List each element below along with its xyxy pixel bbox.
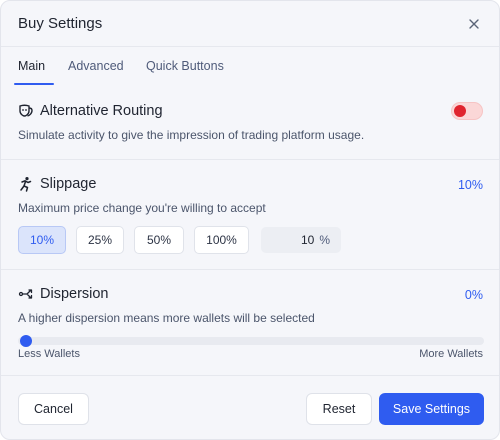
- dialog-header: Buy Settings: [1, 1, 499, 47]
- slippage-custom-input[interactable]: [274, 233, 315, 247]
- toggle-knob: [454, 105, 466, 117]
- slider-max-label: More Wallets: [419, 348, 483, 360]
- close-icon[interactable]: [463, 13, 485, 35]
- runner-icon: [18, 176, 34, 192]
- dispersion-title: Dispersion: [40, 286, 109, 302]
- slippage-section: Slippage 10% Maximum price change you're…: [1, 159, 499, 269]
- dialog-footer: Cancel Reset Save Settings: [1, 375, 499, 439]
- buy-settings-dialog: Buy Settings Main Advanced Quick Buttons…: [0, 0, 500, 440]
- slider-min-label: Less Wallets: [18, 348, 80, 360]
- tab-quick-buttons[interactable]: Quick Buttons: [146, 59, 224, 73]
- dispersion-description: A higher dispersion means more wallets w…: [18, 311, 315, 325]
- routing-title: Alternative Routing: [40, 103, 163, 119]
- slippage-preset-25[interactable]: 25%: [76, 226, 124, 254]
- share-nodes-icon: [18, 286, 34, 302]
- tab-bar: Main Advanced Quick Buttons: [1, 47, 499, 85]
- routing-description: Simulate activity to give the impression…: [18, 128, 365, 142]
- dialog-title: Buy Settings: [18, 15, 103, 32]
- reset-button[interactable]: Reset: [306, 393, 372, 425]
- tab-main[interactable]: Main: [18, 59, 45, 73]
- dispersion-section: Dispersion 0% A higher dispersion means …: [1, 269, 499, 375]
- slippage-presets: 10% 25% 50% 100% %: [18, 226, 341, 254]
- routing-toggle[interactable]: [451, 102, 483, 120]
- mask-icon: [18, 103, 34, 119]
- dispersion-value: 0%: [464, 288, 483, 302]
- dispersion-slider-thumb[interactable]: [20, 335, 32, 347]
- slippage-custom-field: %: [261, 227, 341, 253]
- routing-header: Alternative Routing: [18, 103, 163, 119]
- slippage-preset-50[interactable]: 50%: [134, 226, 184, 254]
- save-settings-button[interactable]: Save Settings: [379, 393, 484, 425]
- tab-advanced[interactable]: Advanced: [68, 59, 124, 73]
- slippage-title: Slippage: [40, 176, 97, 192]
- cancel-button[interactable]: Cancel: [18, 393, 89, 425]
- slippage-custom-unit: %: [319, 233, 330, 247]
- slippage-description: Maximum price change you're willing to a…: [18, 201, 266, 215]
- slippage-preset-10[interactable]: 10%: [18, 226, 66, 254]
- dispersion-header: Dispersion: [18, 286, 109, 302]
- slippage-header: Slippage: [18, 176, 96, 192]
- dispersion-slider[interactable]: [18, 335, 484, 347]
- active-tab-indicator: [14, 83, 54, 85]
- slippage-value: 10%: [457, 178, 483, 192]
- slippage-preset-100[interactable]: 100%: [194, 226, 249, 254]
- routing-section: Alternative Routing Simulate activity to…: [1, 87, 499, 159]
